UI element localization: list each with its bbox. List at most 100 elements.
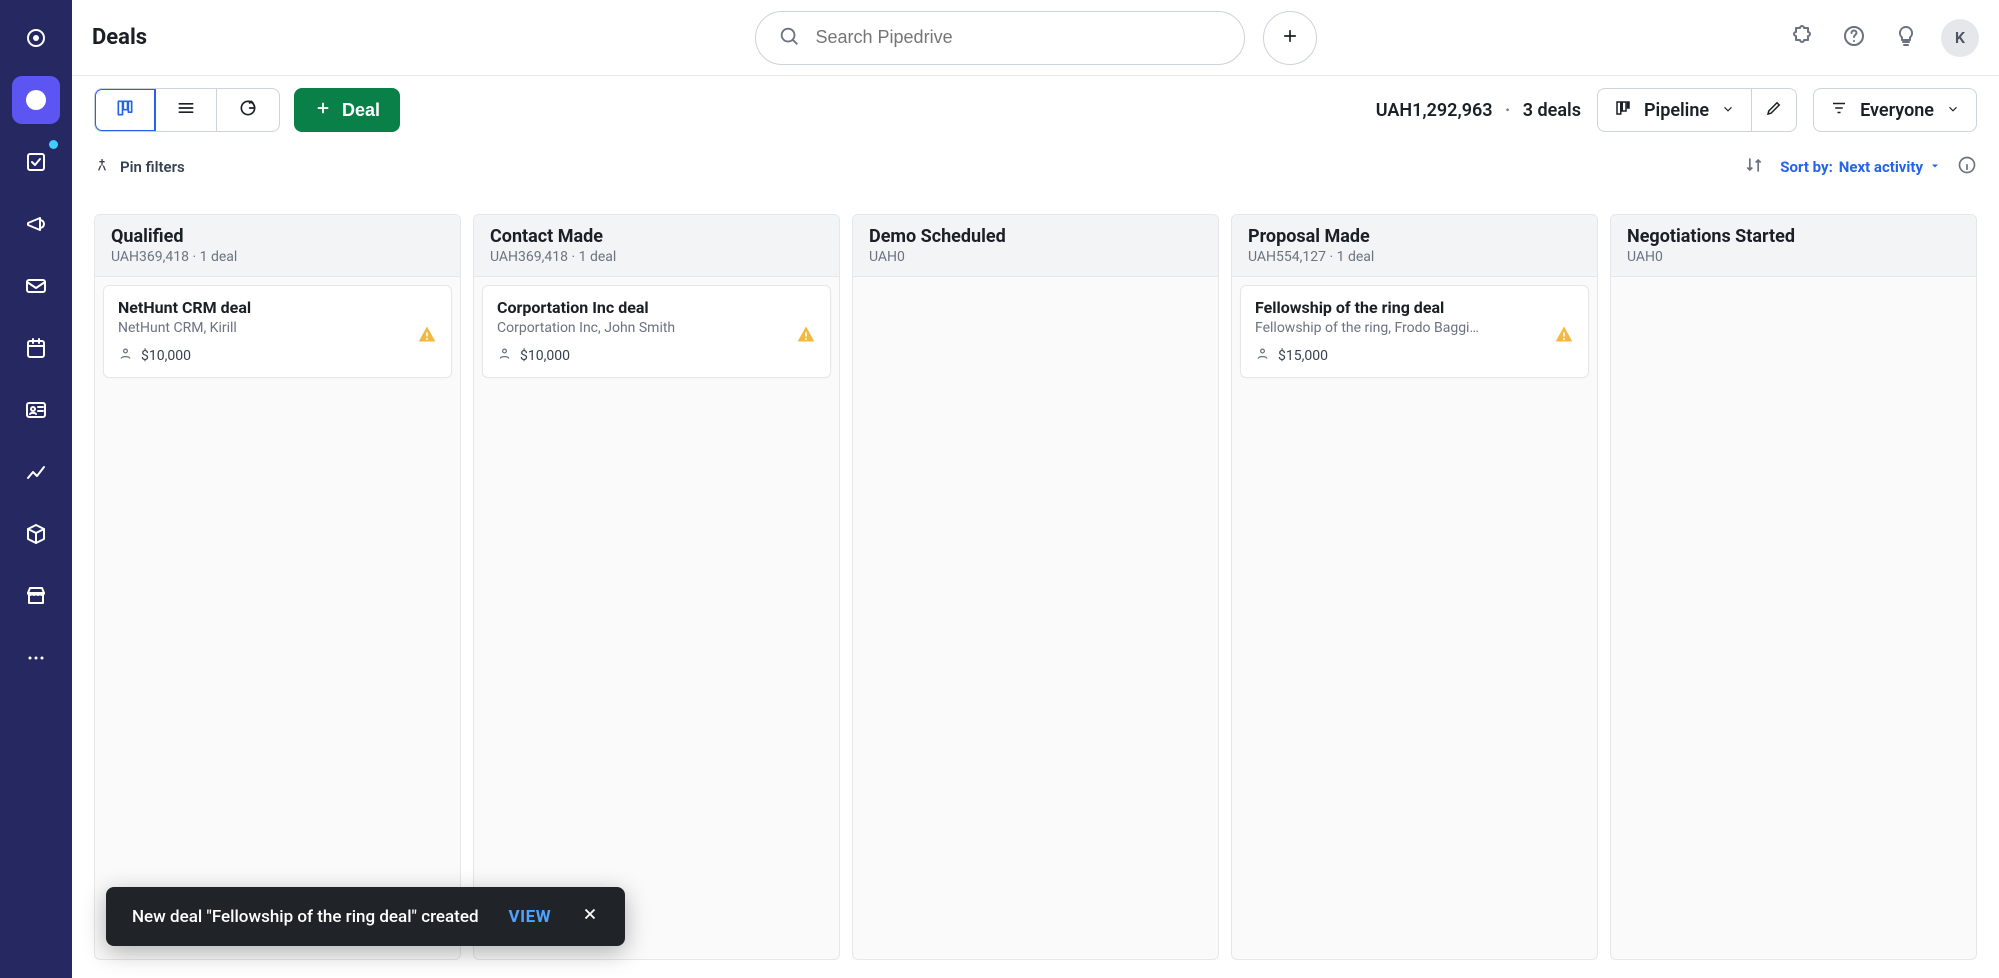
deal-title: NetHunt CRM deal	[118, 298, 437, 317]
pipeline-column-demo-scheduled: Demo Scheduled UAH0	[852, 214, 1219, 960]
sort-by-button[interactable]: Sort by: Next activity	[1780, 158, 1941, 176]
nav-calendar[interactable]	[12, 324, 60, 372]
user-avatar[interactable]: K	[1941, 19, 1979, 57]
sort-icon	[1744, 163, 1764, 179]
column-title: Qualified	[111, 226, 444, 247]
pipeline-selector[interactable]: Pipeline	[1597, 88, 1751, 132]
column-subtitle: UAH0	[1627, 249, 1960, 265]
global-search[interactable]	[755, 11, 1245, 65]
list-icon	[176, 98, 196, 122]
owner-filter-label: Everyone	[1860, 100, 1934, 121]
plus-icon	[1280, 26, 1300, 50]
pipeline-column-contact-made: Contact Made UAH369,418 · 1 deal Corport…	[473, 214, 840, 960]
pin-icon	[94, 157, 110, 177]
nav-contacts[interactable]	[12, 386, 60, 434]
svg-text:$: $	[33, 93, 40, 107]
column-subtitle: UAH369,418 · 1 deal	[490, 249, 823, 265]
view-kanban-button[interactable]	[94, 88, 156, 132]
puzzle-icon	[1790, 24, 1814, 52]
search-icon	[778, 25, 800, 51]
deal-value: $15,000	[1278, 348, 1328, 364]
column-subtitle: UAH0	[869, 249, 1202, 265]
app-sidebar: $	[0, 0, 72, 978]
column-header: Qualified UAH369,418 · 1 deal	[95, 215, 460, 277]
add-deal-label: Deal	[342, 100, 380, 121]
person-icon	[1255, 346, 1270, 365]
column-title: Negotiations Started	[1627, 226, 1960, 247]
filter-icon	[1830, 99, 1848, 122]
toast-notification: New deal "Fellowship of the ring deal" c…	[106, 887, 625, 946]
view-switcher	[94, 88, 280, 132]
deal-subtitle: Fellowship of the ring, Frodo Baggi…	[1255, 320, 1535, 336]
nav-mail[interactable]	[12, 262, 60, 310]
pipeline-icon	[1614, 99, 1632, 122]
warning-icon	[796, 324, 816, 348]
column-header: Contact Made UAH369,418 · 1 deal	[474, 215, 839, 277]
column-subtitle: UAH554,127 · 1 deal	[1248, 249, 1581, 265]
warning-icon	[1554, 324, 1574, 348]
nav-products[interactable]	[12, 510, 60, 558]
nav-leads[interactable]	[12, 14, 60, 62]
sort-prefix: Sort by:	[1780, 158, 1833, 176]
nav-marketplace[interactable]	[12, 572, 60, 620]
view-list-button[interactable]	[155, 89, 217, 131]
column-header: Proposal Made UAH554,127 · 1 deal	[1232, 215, 1597, 277]
nav-activities[interactable]	[12, 138, 60, 186]
nav-campaigns[interactable]	[12, 200, 60, 248]
filter-row: Pin filters Sort by: Next activity	[72, 144, 1999, 190]
deals-toolbar: Deal UAH1,292,963 · 3 deals Pipeline Eve…	[72, 76, 1999, 144]
nav-insights[interactable]	[12, 448, 60, 496]
summary-total: UAH1,292,963	[1376, 100, 1493, 121]
deal-card[interactable]: NetHunt CRM deal NetHunt CRM, Kirill $10…	[103, 285, 452, 378]
nav-deals[interactable]: $	[12, 76, 60, 124]
column-title: Demo Scheduled	[869, 226, 1202, 247]
kanban-icon	[115, 98, 135, 122]
warning-icon	[417, 324, 437, 348]
pin-filters-label: Pin filters	[120, 158, 185, 176]
deal-subtitle: Corportation Inc, John Smith	[497, 320, 777, 336]
page-title: Deals	[92, 25, 147, 50]
notification-dot	[49, 140, 58, 149]
pin-filters-button[interactable]: Pin filters	[94, 157, 185, 177]
pencil-icon	[1765, 99, 1783, 122]
plus-icon	[314, 99, 332, 122]
search-input[interactable]	[814, 26, 1222, 49]
person-icon	[497, 346, 512, 365]
deal-value: $10,000	[520, 348, 570, 364]
column-title: Proposal Made	[1248, 226, 1581, 247]
pipeline-column-negotiations-started: Negotiations Started UAH0	[1610, 214, 1977, 960]
deal-card[interactable]: Corportation Inc deal Corportation Inc, …	[482, 285, 831, 378]
caret-down-icon	[1929, 158, 1941, 176]
deal-title: Corportation Inc deal	[497, 298, 816, 317]
close-icon	[581, 905, 599, 928]
column-subtitle: UAH369,418 · 1 deal	[111, 249, 444, 265]
column-header: Demo Scheduled UAH0	[853, 215, 1218, 277]
owner-filter[interactable]: Everyone	[1813, 88, 1977, 132]
forecast-icon	[238, 98, 258, 122]
view-forecast-button[interactable]	[217, 89, 279, 131]
sort-direction-button[interactable]	[1744, 155, 1764, 179]
nav-more[interactable]	[12, 634, 60, 682]
help-icon	[1842, 24, 1866, 52]
deal-card[interactable]: Fellowship of the ring deal Fellowship o…	[1240, 285, 1589, 378]
column-title: Contact Made	[490, 226, 823, 247]
person-icon	[118, 346, 133, 365]
help-button[interactable]	[1837, 21, 1871, 55]
tips-button[interactable]	[1889, 21, 1923, 55]
info-icon	[1957, 163, 1977, 179]
info-button[interactable]	[1957, 155, 1977, 179]
deals-summary: UAH1,292,963 · 3 deals	[1376, 100, 1581, 121]
add-deal-button[interactable]: Deal	[294, 88, 400, 132]
app-header: Deals K	[72, 0, 1999, 76]
summary-count: 3 deals	[1523, 100, 1581, 121]
toast-view-button[interactable]: VIEW	[509, 907, 552, 927]
quick-add-button[interactable]	[1263, 11, 1317, 65]
apps-button[interactable]	[1785, 21, 1819, 55]
edit-pipeline-button[interactable]	[1751, 88, 1797, 132]
column-header: Negotiations Started UAH0	[1611, 215, 1976, 277]
deals-board: Qualified UAH369,418 · 1 deal NetHunt CR…	[72, 196, 1999, 978]
pipeline-label: Pipeline	[1644, 100, 1709, 121]
chevron-down-icon	[1721, 100, 1735, 121]
lightbulb-icon	[1894, 24, 1918, 52]
toast-close-button[interactable]	[581, 905, 599, 928]
